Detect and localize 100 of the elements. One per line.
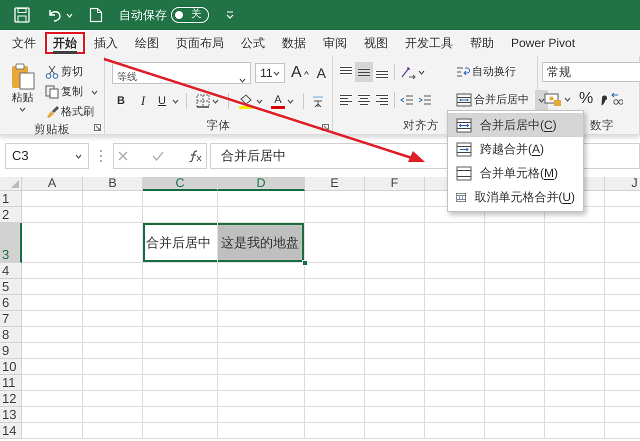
empty-cell [485,263,545,279]
row-header[interactable]: 11 [0,375,22,391]
empty-cell [83,295,143,311]
row-header[interactable]: 3 [0,223,22,263]
new-file-icon[interactable] [89,7,103,23]
empty-cell [485,359,545,375]
ribbon-tab[interactable]: 数据 [274,32,314,54]
empty-cell [365,407,425,423]
empty-cell [305,423,365,439]
ribbon-tab[interactable]: 公式 [233,32,273,54]
column-header[interactable]: A [22,177,83,191]
column-header[interactable]: J [605,177,640,191]
column-header[interactable]: B [83,177,143,191]
shrink-font-button[interactable]: A [314,63,328,83]
group-label: 数字 [590,118,614,134]
merge-cells-icon [456,118,472,132]
empty-cell [485,407,545,423]
bold-button[interactable]: B [112,91,130,111]
row-header[interactable]: 1 [0,191,22,207]
clipboard-icon [10,62,36,90]
ribbon-tab[interactable]: 文件 [4,32,44,54]
column-header[interactable]: F [365,177,425,191]
ribbon-tab[interactable]: 开发工具 [397,32,461,54]
dialog-launcher-icon[interactable] [94,124,101,131]
ribbon-tab[interactable]: 审阅 [315,32,355,54]
money-icon [544,92,562,106]
row-header[interactable]: 13 [0,407,22,423]
function-icon[interactable] [188,150,202,162]
font-name-dropdown[interactable]: 等线 [112,62,252,84]
row-header[interactable]: 5 [0,279,22,295]
font-size-dropdown[interactable]: 11 [255,63,285,83]
empty-cell [425,295,485,311]
column-header[interactable]: E [305,177,365,191]
empty-cell [545,407,605,423]
empty-cell [485,375,545,391]
row-header[interactable]: 10 [0,359,22,375]
ribbon-tab[interactable]: 帮助 [462,32,502,54]
empty-cell [545,223,605,263]
row-header[interactable]: 12 [0,391,22,407]
dialog-launcher-icon[interactable] [322,124,329,131]
italic-button[interactable]: I [134,91,152,111]
caret-icon [286,98,294,104]
empty-cell [305,343,365,359]
number-format-dropdown[interactable]: 常规 [542,62,640,82]
empty-cell [545,375,605,391]
row-header[interactable]: 7 [0,311,22,327]
ribbon-tab[interactable]: 插入 [86,32,126,54]
empty-cell [365,359,425,375]
empty-cell [545,423,605,439]
paste-button[interactable]: 粘贴 [4,62,41,120]
empty-cell [545,295,605,311]
empty-cell [83,375,143,391]
save-icon[interactable] [14,7,30,23]
empty-cell [425,391,485,407]
empty-cell [425,423,485,439]
empty-cell [485,295,545,311]
font-color-button[interactable]: A [268,91,296,111]
row-header[interactable]: 9 [0,343,22,359]
autosave-toggle[interactable]: 关 [171,7,209,23]
row-header[interactable]: 14 [0,423,22,439]
customize-icon[interactable] [225,10,235,20]
format-painter-button[interactable]: 格式刷 [43,102,100,122]
ribbon-tab[interactable]: 绘图 [127,32,167,54]
empty-cell [305,191,365,207]
align-middle-button[interactable] [355,62,373,82]
row-header[interactable]: 8 [0,327,22,343]
column-header[interactable]: C [143,177,218,191]
underline-button[interactable]: U [156,91,168,111]
group-label: 对齐方 [403,118,439,134]
empty-cell [365,343,425,359]
copy-button[interactable]: 复制 [43,82,100,102]
empty-cell [305,359,365,375]
fill-handle[interactable] [302,260,308,266]
grow-font-button[interactable]: A [288,63,311,83]
merge-cells-icon [456,93,472,107]
ribbon-tab[interactable]: 页面布局 [168,32,232,54]
empty-cell [305,279,365,295]
menu-item[interactable]: 合并后居中(C) [448,113,583,137]
ribbon-tab[interactable]: Power Pivot [503,32,584,54]
empty-cell [365,423,425,439]
phonetic-guide-icon[interactable] [310,94,325,108]
group-label: 字体 [206,118,232,134]
caret-icon [239,78,246,83]
empty-cell [425,263,485,279]
percent-button[interactable]: % [577,89,596,109]
empty-cell [485,423,545,439]
copy-icon [45,85,59,99]
empty-cell [545,359,605,375]
merge-center-button[interactable]: 合并后居中 [454,90,531,110]
row-header[interactable]: 2 [0,207,22,223]
ribbon-tab[interactable]: 视图 [356,32,396,54]
cut-button[interactable]: 剪切 [43,62,100,82]
caret-icon [19,106,26,112]
increase-decimal-icon[interactable] [611,92,624,106]
row-header[interactable]: 4 [0,263,22,279]
empty-cell [305,295,365,311]
row-header[interactable]: 6 [0,295,22,311]
name-box[interactable]: C3 [5,143,89,169]
column-header[interactable]: D [218,177,305,191]
menu-item[interactable]: 取消单元格合并(U) [448,185,583,209]
